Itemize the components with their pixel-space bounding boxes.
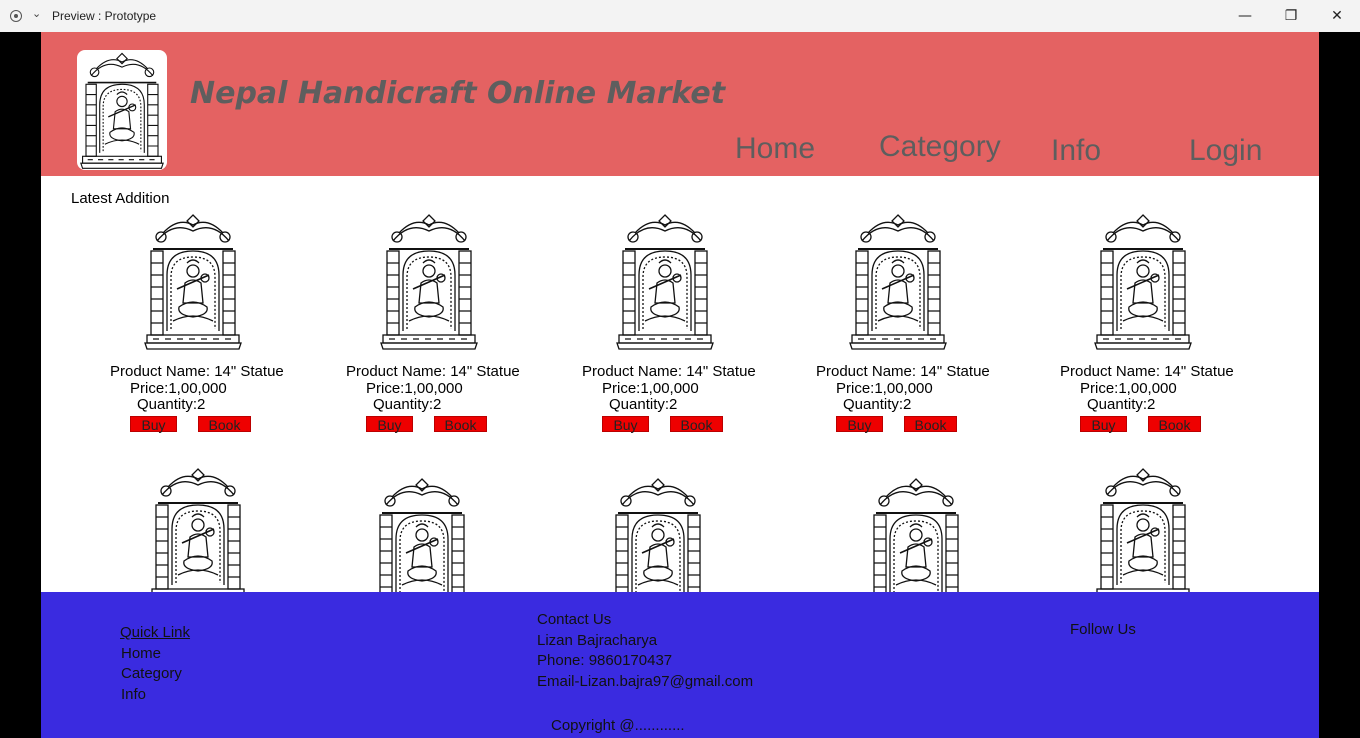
book-button[interactable]: Book bbox=[670, 416, 723, 433]
book-button[interactable]: Book bbox=[1148, 416, 1201, 433]
footer-link-category[interactable]: Category bbox=[121, 665, 182, 682]
copyright: Copyright @............ bbox=[551, 717, 685, 734]
close-button[interactable]: ✕ bbox=[1314, 0, 1360, 32]
product-image[interactable] bbox=[143, 210, 243, 352]
product-name: Product Name: 14" Statue bbox=[1060, 363, 1234, 380]
product-name: Product Name: 14" Statue bbox=[582, 363, 756, 380]
app-window: Nepal Handicraft Online Market Home Cate… bbox=[41, 32, 1319, 738]
window-titlebar: ⌄ Preview : Prototype — ❐ ✕ bbox=[0, 0, 1360, 32]
product-price: Price:1,00,000 bbox=[366, 380, 463, 397]
buy-button[interactable]: Buy bbox=[1080, 416, 1127, 433]
nav-login[interactable]: Login bbox=[1189, 134, 1262, 168]
product-name: Product Name: 14" Statue bbox=[346, 363, 520, 380]
product-quantity: Quantity:2 bbox=[1087, 396, 1156, 413]
restore-button[interactable]: ❐ bbox=[1268, 0, 1314, 32]
chevron-down-icon[interactable]: ⌄ bbox=[32, 7, 41, 20]
product-price: Price:1,00,000 bbox=[602, 380, 699, 397]
nav-info[interactable]: Info bbox=[1051, 134, 1101, 168]
product-image[interactable] bbox=[615, 210, 715, 352]
footer-link-home[interactable]: Home bbox=[121, 645, 161, 662]
product-name: Product Name: 14" Statue bbox=[816, 363, 990, 380]
window-title: Preview : Prototype bbox=[52, 9, 157, 23]
saraswati-statue-icon bbox=[79, 52, 164, 170]
app-icon bbox=[10, 10, 22, 22]
product-price: Price:1,00,000 bbox=[1080, 380, 1177, 397]
quick-link-heading[interactable]: Quick Link bbox=[120, 624, 190, 641]
buy-button[interactable]: Buy bbox=[130, 416, 177, 433]
contact-name: Lizan Bajracharya bbox=[537, 632, 658, 649]
buy-button[interactable]: Buy bbox=[602, 416, 649, 433]
section-title: Latest Addition bbox=[71, 190, 170, 207]
book-button[interactable]: Book bbox=[434, 416, 487, 433]
contact-email: Email-Lizan.bajra97@gmail.com bbox=[537, 673, 754, 690]
site-title: Nepal Handicraft Online Market bbox=[190, 76, 726, 111]
nav-home[interactable]: Home bbox=[735, 132, 815, 166]
product-quantity: Quantity:2 bbox=[373, 396, 442, 413]
product-price: Price:1,00,000 bbox=[130, 380, 227, 397]
product-image[interactable] bbox=[848, 210, 948, 352]
product-quantity: Quantity:2 bbox=[843, 396, 912, 413]
logo bbox=[77, 50, 167, 170]
footer-link-info[interactable]: Info bbox=[121, 686, 146, 703]
product-quantity: Quantity:2 bbox=[137, 396, 206, 413]
product-name: Product Name: 14" Statue bbox=[110, 363, 284, 380]
product-image[interactable] bbox=[1093, 210, 1193, 352]
header: Nepal Handicraft Online Market Home Cate… bbox=[41, 32, 1319, 176]
footer: Quick Link Home Category Info Contact Us… bbox=[41, 592, 1319, 738]
buy-button[interactable]: Buy bbox=[366, 416, 413, 433]
buy-button[interactable]: Buy bbox=[836, 416, 883, 433]
follow-us-heading: Follow Us bbox=[1070, 621, 1136, 638]
book-button[interactable]: Book bbox=[904, 416, 957, 433]
nav-category[interactable]: Category bbox=[879, 130, 1001, 164]
contact-heading: Contact Us bbox=[537, 611, 612, 628]
product-image[interactable] bbox=[1093, 464, 1193, 606]
contact-phone: Phone: 9860170437 bbox=[537, 652, 673, 669]
product-image[interactable] bbox=[148, 464, 248, 606]
product-quantity: Quantity:2 bbox=[609, 396, 678, 413]
product-price: Price:1,00,000 bbox=[836, 380, 933, 397]
minimize-button[interactable]: — bbox=[1222, 0, 1268, 32]
product-image[interactable] bbox=[379, 210, 479, 352]
book-button[interactable]: Book bbox=[198, 416, 251, 433]
